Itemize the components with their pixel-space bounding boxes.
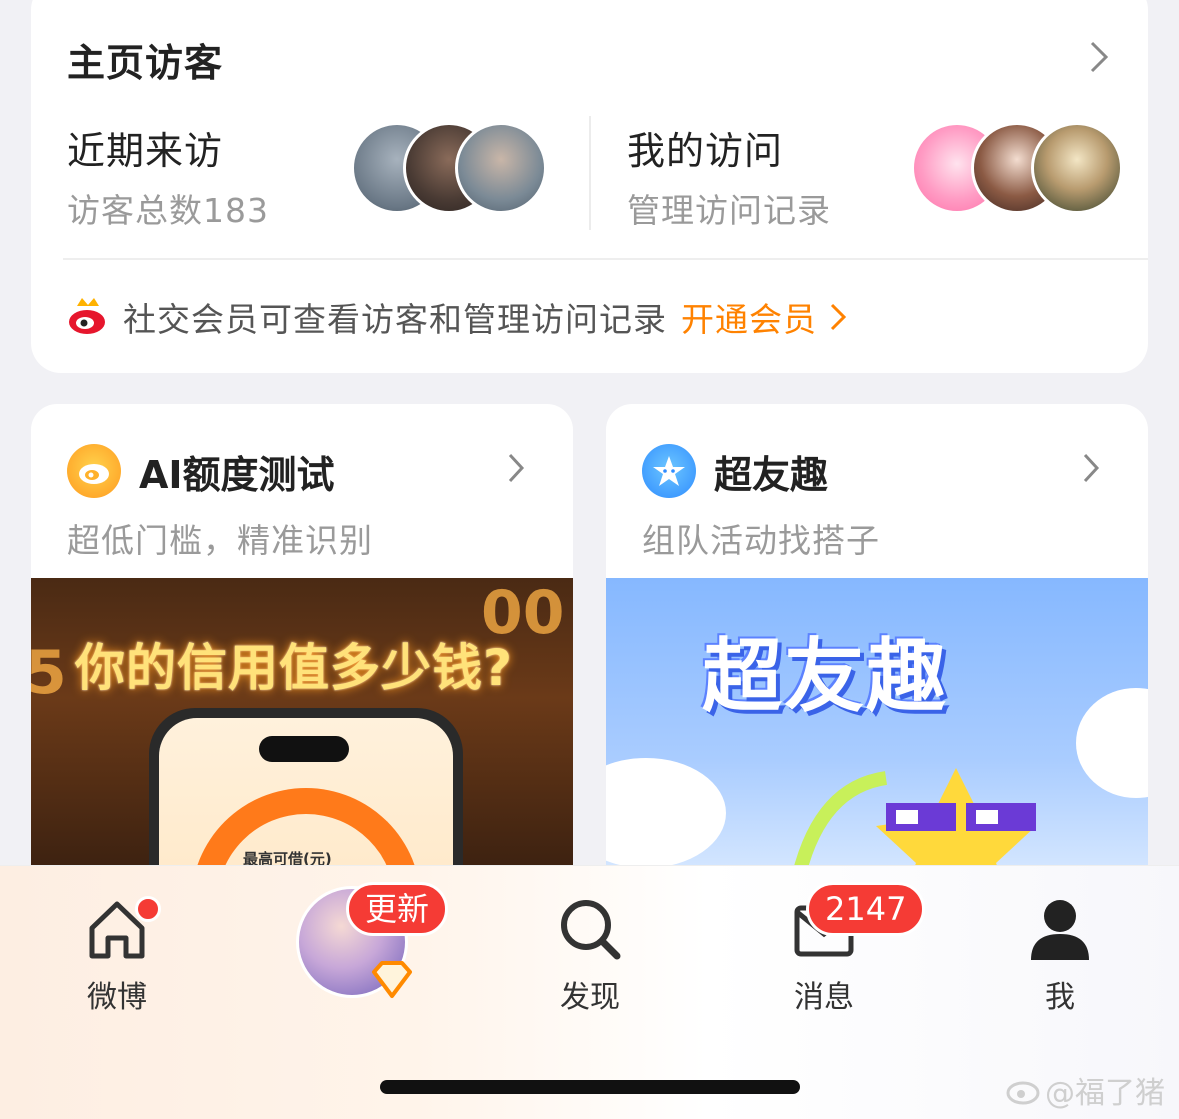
notification-dot: [135, 896, 161, 922]
my-visits-title: 我的访问: [627, 129, 784, 173]
card-title: 超友趣: [714, 453, 829, 497]
tab-label: 微博: [87, 980, 147, 1015]
update-badge: 更新: [346, 882, 449, 936]
star-blue-icon: [642, 444, 696, 498]
avatar: [1031, 122, 1123, 214]
weibo-icon: [1006, 1081, 1040, 1105]
ai-credit-card[interactable]: AI额度测试 超低门槛，精准识别 5 00 你的信用值多少钱? 最高可借(元): [31, 404, 573, 874]
decor-digit: 5: [31, 638, 67, 708]
membership-text: 社交会员可查看访客和管理访问记录: [123, 300, 667, 339]
chevron-right-icon[interactable]: [505, 452, 527, 484]
search-icon: [561, 900, 621, 960]
visitor-count: 访客总数183: [67, 191, 269, 230]
message-count-badge: 2147: [806, 882, 926, 936]
star-mascot-illustration: [792, 768, 1036, 874]
screen: 主页访客 近期来访 访客总数183 我的访问 管理访问记录 社交会员可查看访客和…: [0, 0, 1179, 1119]
divider: [63, 258, 1148, 260]
weibo-vip-icon: [69, 298, 105, 334]
chevron-right-icon[interactable]: [1084, 40, 1114, 74]
membership-promo[interactable]: 社交会员可查看访客和管理访问记录 开通会员: [67, 292, 849, 342]
tab-discover[interactable]: 发现: [520, 894, 660, 1016]
tab-label: 消息: [794, 980, 854, 1015]
chevron-right-icon[interactable]: [1080, 452, 1102, 484]
card-title: AI额度测试: [139, 453, 335, 497]
tab-messages[interactable]: 2147 消息: [754, 882, 926, 1016]
manage-visits-label: 管理访问记录: [627, 191, 831, 230]
chevron-right-icon[interactable]: [827, 302, 849, 332]
avatar: [455, 122, 547, 214]
column-divider: [589, 116, 591, 230]
recent-visitors-title: 近期来访: [67, 129, 224, 173]
credit-banner[interactable]: 5 00 你的信用值多少钱? 最高可借(元): [31, 578, 573, 874]
fun-banner[interactable]: 超友趣: [606, 578, 1148, 874]
diamond-icon: [372, 961, 412, 998]
tab-label: 我: [1045, 980, 1075, 1015]
my-visit-avatars: [911, 122, 1123, 214]
weibo-orange-icon: [67, 444, 121, 498]
open-membership-link[interactable]: 开通会员: [681, 293, 817, 341]
tab-me[interactable]: 我: [990, 894, 1130, 1016]
home-indicator[interactable]: [380, 1080, 800, 1094]
card-subtitle: 超低门槛，精准识别: [67, 521, 373, 560]
visitors-card[interactable]: 主页访客 近期来访 访客总数183 我的访问 管理访问记录 社交会员可查看访客和…: [31, 0, 1148, 373]
phone-illustration: 最高可借(元): [149, 708, 463, 874]
visitors-title: 主页访客: [67, 41, 224, 85]
watermark: @福了猪: [1005, 1068, 1165, 1112]
tab-label: 发现: [560, 980, 620, 1015]
tab-weibo[interactable]: 微博: [47, 894, 187, 1016]
banner-headline: 你的信用值多少钱?: [75, 639, 514, 697]
card-subtitle: 组队活动找搭子: [642, 521, 880, 560]
person-icon: [1031, 900, 1089, 960]
super-fun-card[interactable]: 超友趣 组队活动找搭子 超友趣: [606, 404, 1148, 874]
cloud: [606, 758, 726, 868]
watermark-text: @福了猪: [1045, 1076, 1165, 1111]
banner-headline: 超友趣: [702, 630, 948, 723]
recent-avatars: [351, 122, 551, 214]
cloud: [1076, 688, 1148, 798]
